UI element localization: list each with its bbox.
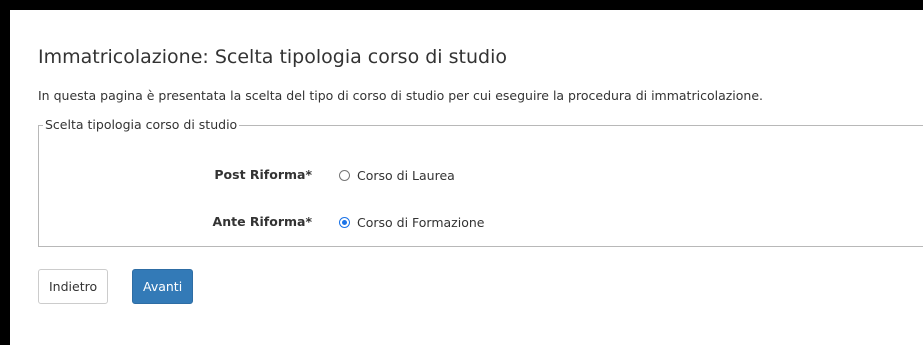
back-button[interactable]: Indietro: [38, 269, 109, 304]
post-riforma-label: Post Riforma*: [214, 167, 312, 182]
next-button[interactable]: Avanti: [132, 269, 194, 304]
course-type-fieldset: Scelta tipologia corso di studio Post Ri…: [38, 117, 923, 247]
corso-di-laurea-label[interactable]: Corso di Laurea: [357, 168, 455, 183]
corso-di-laurea-radio[interactable]: [339, 170, 350, 181]
page-intro: In questa pagina è presentata la scelta …: [38, 88, 763, 103]
radio-option-corso-di-formazione[interactable]: Corso di Formazione: [339, 215, 484, 230]
corso-di-formazione-label[interactable]: Corso di Formazione: [357, 215, 484, 230]
ante-riforma-label: Ante Riforma*: [212, 214, 312, 229]
corso-di-formazione-radio[interactable]: [339, 217, 350, 228]
fieldset-legend: Scelta tipologia corso di studio: [43, 117, 240, 132]
page-content: Immatricolazione: Scelta tipologia corso…: [10, 10, 923, 345]
page-title: Immatricolazione: Scelta tipologia corso…: [38, 46, 507, 68]
radio-option-corso-di-laurea[interactable]: Corso di Laurea: [339, 168, 455, 183]
